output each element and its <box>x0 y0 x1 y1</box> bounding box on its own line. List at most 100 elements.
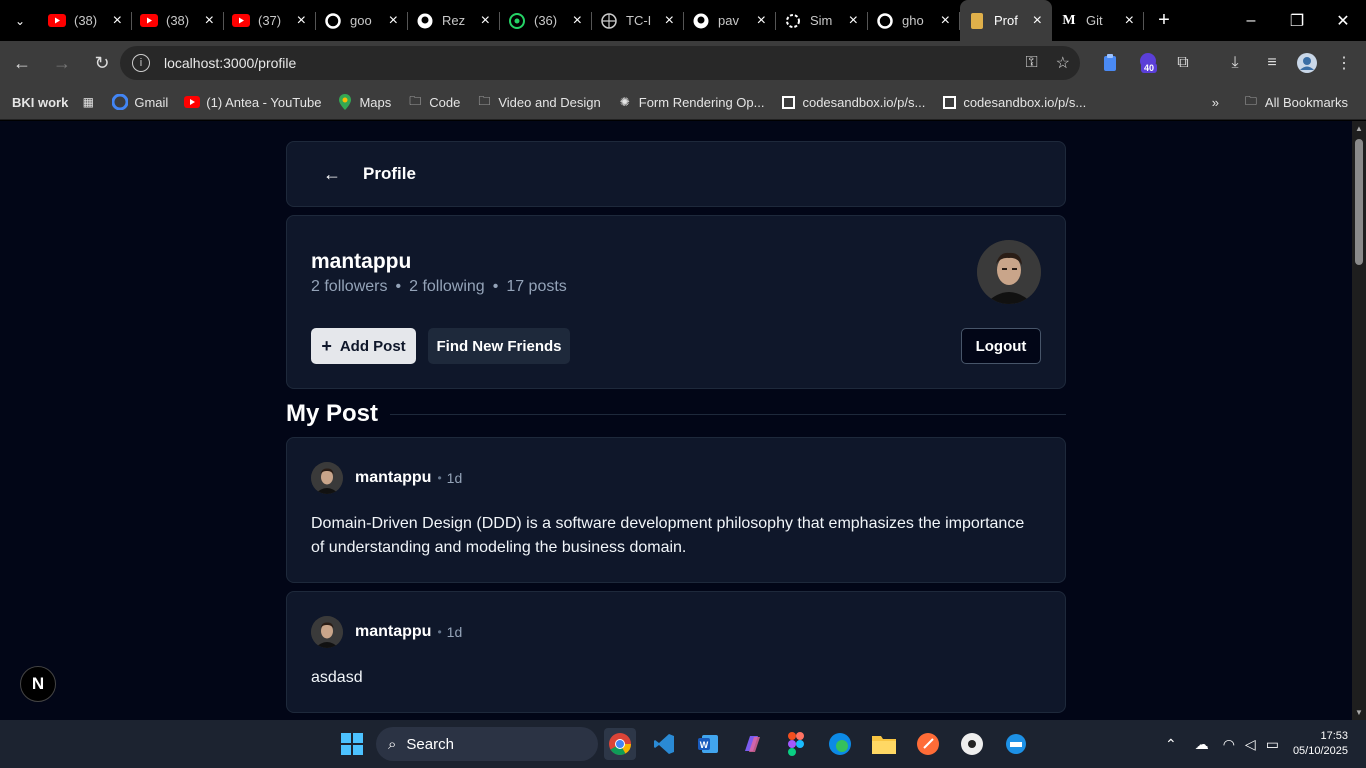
reload-button[interactable]: ↻ <box>84 45 120 81</box>
back-arrow-icon[interactable]: ← <box>323 164 343 185</box>
wifi-icon[interactable]: ◠ <box>1223 736 1235 753</box>
url-text[interactable]: localhost:3000/profile <box>164 55 296 71</box>
taskbar-copilot[interactable] <box>736 728 768 760</box>
bookmark-maps[interactable]: Maps <box>329 94 399 110</box>
workspace-chip[interactable]: BKI work <box>8 94 73 110</box>
more-bookmarks-icon[interactable]: » <box>1212 95 1219 110</box>
taskbar-clock[interactable]: 17:53 05/10/2025 <box>1293 729 1348 759</box>
globe-icon <box>600 12 618 30</box>
back-button[interactable]: ← <box>4 45 40 81</box>
chrome-menu-button[interactable]: ⋮ <box>1327 41 1361 85</box>
maximize-button[interactable]: ❐ <box>1274 0 1320 41</box>
forward-button[interactable]: → <box>44 45 80 81</box>
browser-tab[interactable]: (38) × <box>40 0 132 41</box>
taskbar-edge[interactable] <box>824 728 856 760</box>
media-button[interactable]: ≡ <box>1255 41 1289 85</box>
new-tab-button[interactable]: + <box>1144 9 1184 32</box>
bookmark-gmail[interactable]: Gmail <box>104 94 176 110</box>
close-window-button[interactable]: ✕ <box>1320 0 1366 41</box>
scroll-up-icon[interactable]: ▲ <box>1355 124 1363 133</box>
apps-button[interactable]: ▦ <box>72 94 104 110</box>
bookmark-form-rendering[interactable]: ✺ Form Rendering Op... <box>609 94 773 110</box>
add-post-button[interactable]: + Add Post <box>311 328 416 364</box>
bookmark-folder-code[interactable]: 🗀 Code <box>399 94 468 110</box>
close-tab-icon[interactable]: × <box>297 12 306 29</box>
browser-tab[interactable]: TC-I × <box>592 0 684 41</box>
profile-button[interactable] <box>1290 41 1324 85</box>
page-scrollbar[interactable]: ▲ ▼ <box>1352 121 1366 720</box>
extension-badge-button[interactable]: 40 <box>1133 41 1167 85</box>
close-tab-icon[interactable]: × <box>205 12 214 29</box>
bookmark-youtube[interactable]: (1) Antea - YouTube <box>176 94 329 110</box>
nextjs-dev-badge[interactable]: N <box>20 666 56 702</box>
close-tab-icon[interactable]: × <box>113 12 122 29</box>
browser-tab[interactable]: Sim × <box>776 0 868 41</box>
extensions-button[interactable]: ⧉ <box>1166 41 1200 85</box>
close-tab-icon[interactable]: × <box>849 12 858 29</box>
find-friends-button[interactable]: Find New Friends <box>428 328 570 364</box>
bookmark-label: Code <box>429 94 461 110</box>
browser-tab[interactable]: (37) × <box>224 0 316 41</box>
onedrive-icon[interactable]: ☁ <box>1195 736 1209 753</box>
tab-search-button[interactable]: ⌄ <box>0 0 40 41</box>
close-tab-icon[interactable]: × <box>665 12 674 29</box>
all-bookmarks-button[interactable]: 🗀 All Bookmarks <box>1235 94 1356 111</box>
browser-tab[interactable]: Prof × <box>960 0 1052 41</box>
site-info-icon[interactable]: i <box>132 54 150 72</box>
minimize-icon: – <box>1246 11 1256 29</box>
taskbar-search[interactable]: ⌕ Search <box>376 727 598 761</box>
close-tab-icon[interactable]: × <box>757 12 766 29</box>
close-tab-icon[interactable]: × <box>573 12 582 29</box>
google-icon <box>876 12 894 30</box>
post-author[interactable]: mantappu <box>355 469 431 487</box>
scrollbar-thumb[interactable] <box>1355 139 1363 265</box>
close-tab-icon[interactable]: × <box>941 12 950 29</box>
taskbar-word[interactable]: W <box>692 728 724 760</box>
browser-tab[interactable]: Rez × <box>408 0 500 41</box>
followers-count[interactable]: 2 followers <box>311 278 387 296</box>
password-key-icon[interactable]: ⚿ <box>1025 54 1037 72</box>
extension-count-badge: 40 <box>1141 63 1158 73</box>
bookmark-codesandbox-1[interactable]: codesandbox.io/p/s... <box>772 94 933 110</box>
tab-title: (38) <box>74 13 98 28</box>
downloads-button[interactable]: ⤓ <box>1218 41 1252 85</box>
windows-taskbar: ⌕ Search W ⌃ ☁ ◠ ◁ ▭ 17:53 05/10/2025 <box>0 720 1366 768</box>
volume-icon[interactable]: ◁ <box>1245 736 1256 753</box>
browser-tab[interactable]: M Git × <box>1052 0 1144 41</box>
close-tab-icon[interactable]: × <box>1033 12 1042 29</box>
close-tab-icon[interactable]: × <box>389 12 398 29</box>
taskbar-figma[interactable] <box>780 728 812 760</box>
browser-tab[interactable]: pav × <box>684 0 776 41</box>
minimize-button[interactable]: – <box>1228 0 1274 41</box>
logout-button[interactable]: Logout <box>961 328 1041 364</box>
taskbar-file-explorer[interactable] <box>868 728 900 760</box>
taskbar-chrome[interactable] <box>604 728 636 760</box>
post-avatar[interactable] <box>311 462 343 494</box>
folder-icon: 🗀 <box>478 93 491 108</box>
bookmark-codesandbox-2[interactable]: codesandbox.io/p/s... <box>933 94 1094 110</box>
start-button[interactable] <box>336 728 368 760</box>
extension-button[interactable] <box>1093 41 1127 85</box>
bookmark-star-icon[interactable]: ☆ <box>1056 53 1070 73</box>
following-count[interactable]: 2 following <box>409 278 485 296</box>
taskbar-docker[interactable] <box>1000 728 1032 760</box>
browser-tab[interactable]: (38) × <box>132 0 224 41</box>
bookmark-folder-video[interactable]: 🗀 Video and Design <box>468 94 608 110</box>
post-card: mantappu • 1d Domain-Driven Design (DDD)… <box>286 437 1066 583</box>
browser-tab[interactable]: (36) × <box>500 0 592 41</box>
taskbar-app[interactable] <box>956 728 988 760</box>
scroll-down-icon[interactable]: ▼ <box>1355 708 1363 717</box>
post-avatar[interactable] <box>311 616 343 648</box>
address-bar[interactable]: i localhost:3000/profile ⚿ ☆ <box>120 46 1080 80</box>
taskbar-postman[interactable] <box>912 728 944 760</box>
chevron-up-icon[interactable]: ⌃ <box>1165 736 1177 753</box>
close-tab-icon[interactable]: × <box>481 12 490 29</box>
taskbar-vscode[interactable] <box>648 728 680 760</box>
bookmark-label: Video and Design <box>498 94 601 110</box>
page-title: Profile <box>363 164 416 183</box>
browser-tab[interactable]: goo × <box>316 0 408 41</box>
post-author[interactable]: mantappu <box>355 623 431 641</box>
browser-tab[interactable]: gho × <box>868 0 960 41</box>
battery-icon[interactable]: ▭ <box>1266 736 1279 753</box>
close-tab-icon[interactable]: × <box>1125 12 1134 29</box>
